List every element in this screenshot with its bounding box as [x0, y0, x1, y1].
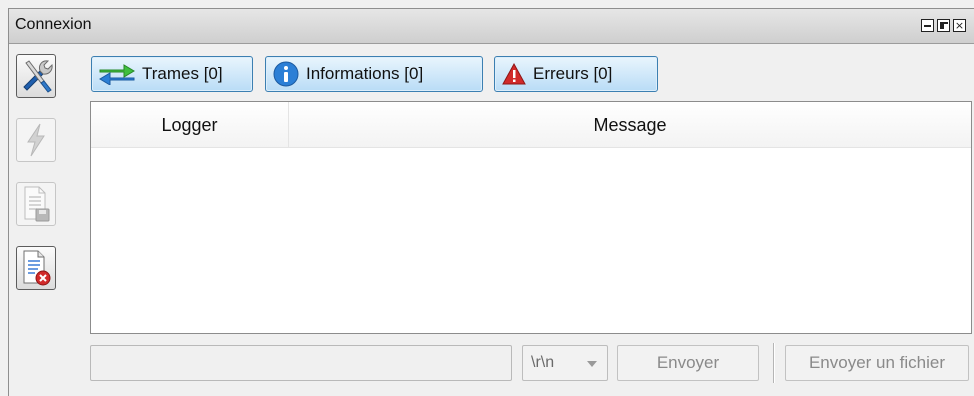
filter-informations-label: Informations [0]	[306, 64, 424, 83]
filter-trames-button[interactable]: Trames [0]	[91, 56, 253, 92]
clear-document-icon	[23, 250, 51, 286]
info-icon	[272, 60, 300, 88]
tools-icon	[23, 60, 53, 93]
log-table[interactable]: Logger Message	[90, 101, 972, 334]
float-icon[interactable]	[937, 19, 950, 32]
minimize-icon[interactable]	[921, 19, 934, 32]
clear-log-button[interactable]	[16, 246, 56, 290]
window-controls: ×	[921, 19, 966, 32]
arrows-swap-icon	[98, 63, 136, 85]
chevron-down-icon	[587, 361, 597, 367]
filter-erreurs-button[interactable]: Erreurs [0]	[494, 56, 658, 92]
line-ending-value: \r\n	[531, 354, 555, 371]
panel-titlebar[interactable]: Connexion ×	[9, 9, 974, 44]
column-header-message[interactable]: Message	[289, 102, 971, 148]
send-file-button[interactable]: Envoyer un fichier	[785, 345, 969, 381]
send-input[interactable]	[90, 345, 512, 381]
send-button[interactable]: Envoyer	[617, 345, 759, 381]
close-icon[interactable]: ×	[953, 19, 966, 32]
save-document-icon	[24, 186, 50, 222]
lightning-icon	[27, 123, 45, 157]
filter-erreurs-label: Erreurs [0]	[533, 64, 613, 83]
table-header: Logger Message	[91, 102, 971, 148]
toolbar-separator	[773, 343, 775, 383]
filter-informations-button[interactable]: Informations [0]	[265, 56, 483, 92]
panel-title: Connexion	[15, 16, 92, 33]
warning-icon	[501, 62, 527, 86]
column-header-logger[interactable]: Logger	[91, 102, 289, 148]
save-log-button[interactable]	[16, 182, 56, 226]
line-ending-select[interactable]: \r\n	[522, 345, 608, 381]
connect-button[interactable]	[16, 118, 56, 162]
filter-trames-label: Trames [0]	[142, 64, 223, 83]
settings-button[interactable]	[16, 54, 56, 98]
